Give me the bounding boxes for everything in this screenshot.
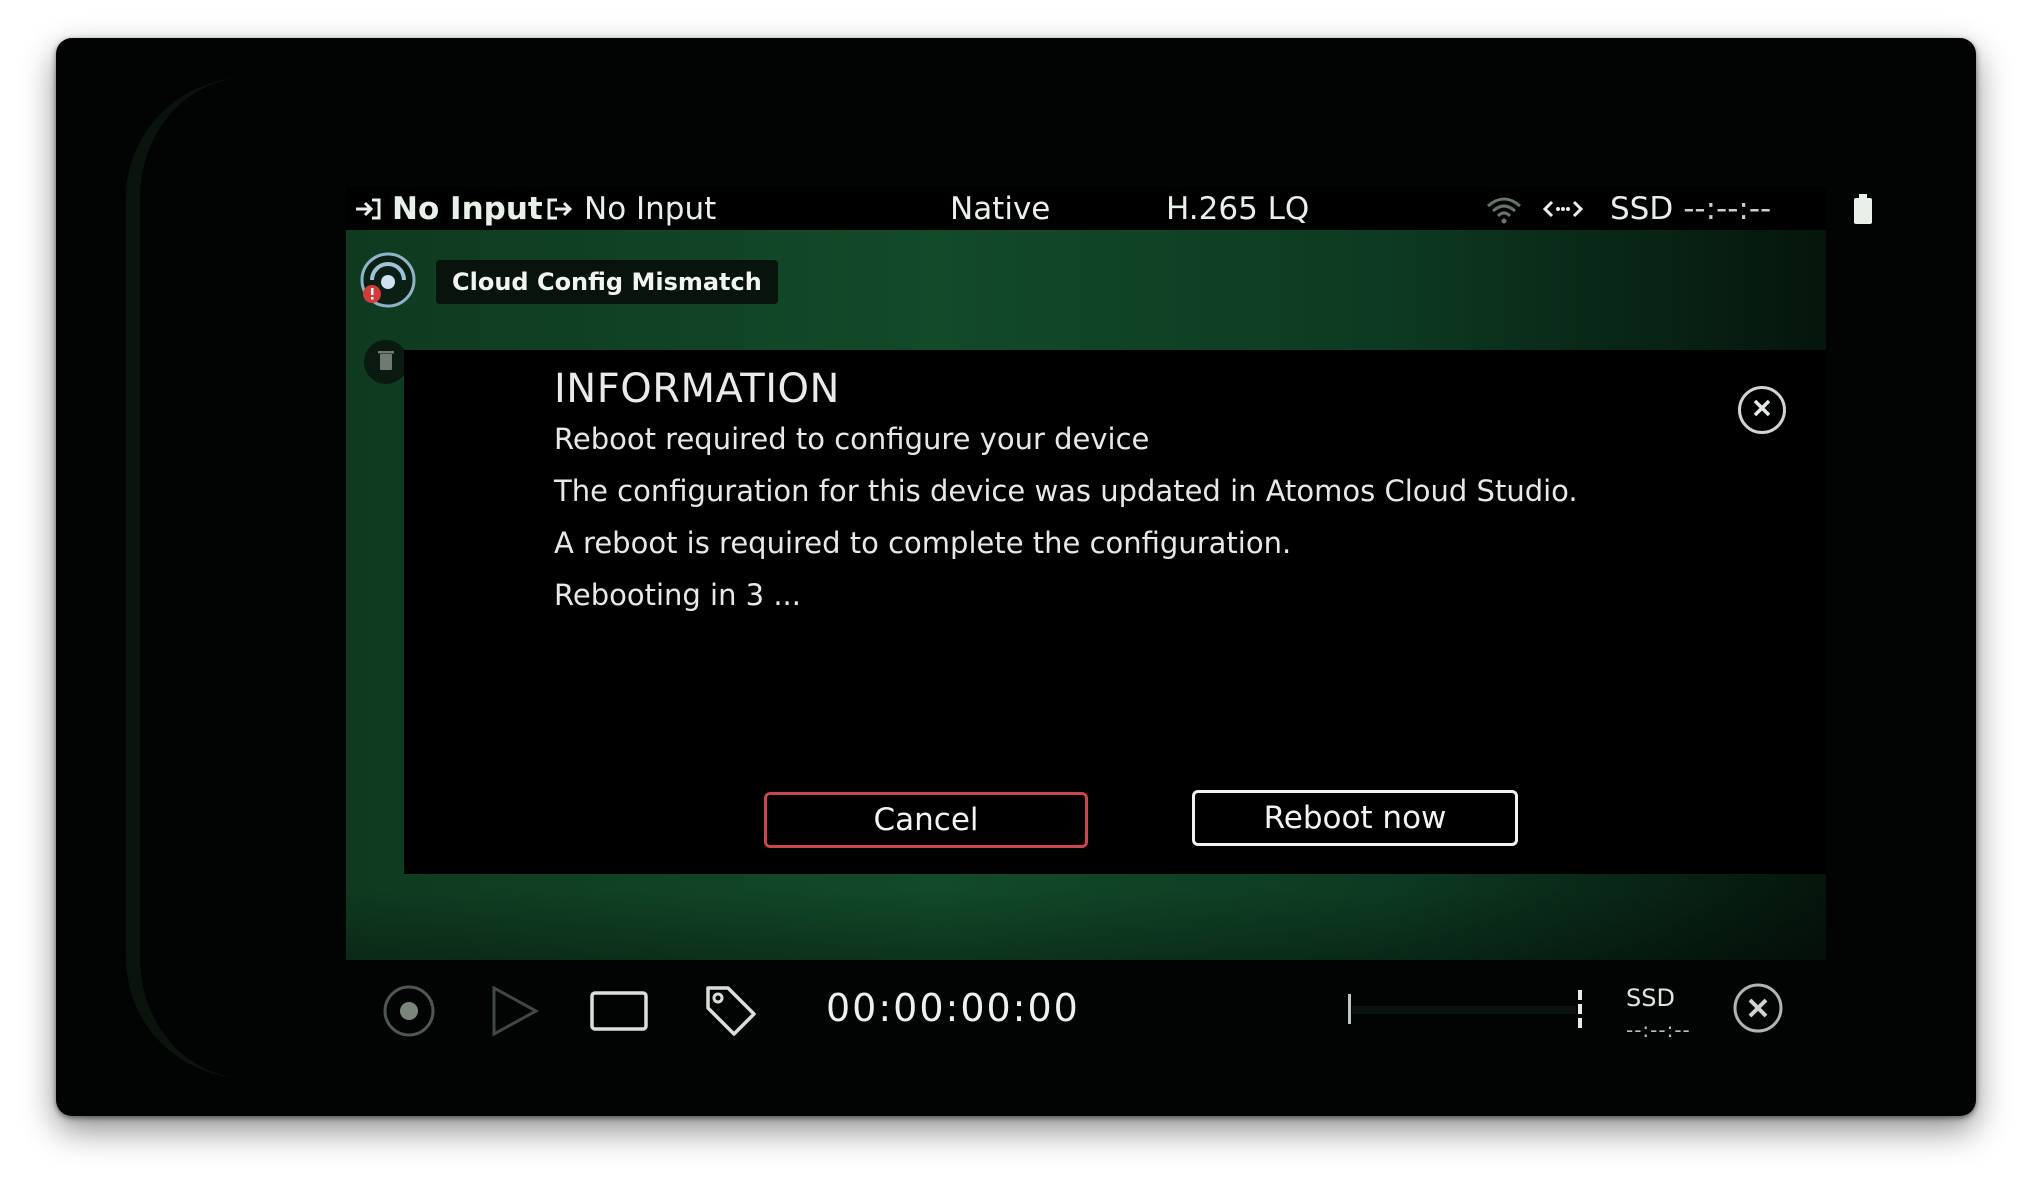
cancel-button[interactable]: Cancel: [764, 792, 1088, 848]
bottom-ssd-time: --:--:--: [1626, 1018, 1691, 1042]
bottom-close-button[interactable]: [1732, 982, 1784, 1038]
bottom-ssd-label: SSD: [1626, 984, 1675, 1012]
codec-status[interactable]: H.265 LQ: [1166, 188, 1309, 230]
information-dialog: INFORMATION Reboot required to configure…: [404, 350, 1826, 874]
input-status[interactable]: No Input: [354, 188, 543, 230]
ssd-status-label: SSD: [1610, 191, 1674, 227]
link-status[interactable]: [1542, 188, 1584, 230]
tag-button[interactable]: [702, 984, 758, 1040]
link-arrows-icon: [1542, 197, 1584, 221]
cloud-sync-icon: [358, 250, 418, 314]
device-frame: No Input No Input Native H.265 LQ SSD --…: [56, 38, 1976, 1116]
input-arrow-icon: [354, 197, 382, 221]
cloud-status[interactable]: Cloud Config Mismatch: [358, 250, 778, 314]
mode-label: Native: [950, 191, 1051, 227]
bezel-edge: [126, 78, 360, 1078]
storage-meter: [1346, 990, 1584, 1028]
tag-icon: [702, 982, 758, 1042]
timecode: 00:00:00:00: [826, 986, 1080, 1030]
wifi-icon: [1484, 194, 1524, 224]
output-status-label: No Input: [584, 191, 717, 227]
output-status[interactable]: No Input: [546, 188, 716, 230]
cloud-config-badge[interactable]: Cloud Config Mismatch: [436, 260, 778, 304]
trash-icon: [377, 348, 395, 376]
battery-status[interactable]: [1852, 188, 1874, 230]
play-button[interactable]: [486, 984, 540, 1042]
dialog-line-4: Rebooting in 3 ...: [554, 578, 801, 612]
play-icon: [486, 984, 540, 1042]
dialog-line-3: A reboot is required to complete the con…: [554, 526, 1292, 560]
close-icon: [1752, 398, 1772, 422]
dialog-close-button[interactable]: [1738, 386, 1786, 434]
wifi-status[interactable]: [1484, 188, 1524, 230]
mode-status[interactable]: Native: [950, 188, 1050, 230]
status-bar: No Input No Input Native H.265 LQ SSD --…: [346, 188, 1872, 230]
ssd-status[interactable]: SSD --:--:--: [1610, 188, 1771, 230]
frame-button[interactable]: [590, 988, 650, 1038]
side-tool-button[interactable]: [364, 340, 408, 384]
dialog-title: INFORMATION: [554, 366, 840, 412]
dialog-line-2: The configuration for this device was up…: [554, 474, 1578, 508]
monitor-screen: No Input No Input Native H.265 LQ SSD --…: [346, 188, 1872, 1042]
input-status-label: No Input: [392, 191, 543, 227]
codec-label: H.265 LQ: [1166, 191, 1310, 227]
transport-bar: 00:00:00:00 SSD --:--:--: [346, 960, 1826, 1070]
frame-icon: [590, 989, 650, 1037]
reboot-now-button[interactable]: Reboot now: [1192, 790, 1518, 846]
record-icon: [382, 984, 436, 1042]
dialog-line-1: Reboot required to configure your device: [554, 422, 1150, 456]
record-button[interactable]: [382, 984, 436, 1042]
output-arrow-icon: [546, 197, 574, 221]
battery-icon: [1852, 194, 1874, 224]
close-icon: [1732, 982, 1784, 1038]
ssd-status-time: --:--:--: [1683, 191, 1772, 227]
